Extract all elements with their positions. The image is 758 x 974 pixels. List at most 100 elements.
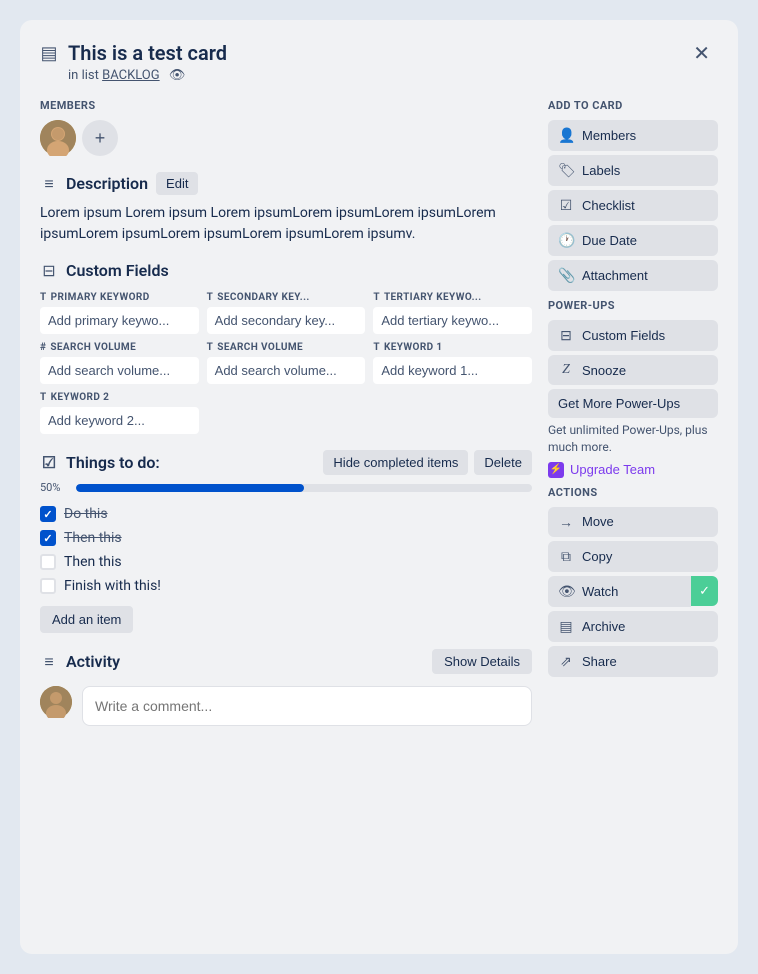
title-area: ▤ This is a test card in list BACKLOG 👁 <box>40 40 685 83</box>
field-label-2: T TERTIARY KEYWO... <box>373 292 532 303</box>
checklist-item-text-0: Do this <box>64 506 108 522</box>
avatar[interactable] <box>40 120 76 156</box>
delete-checklist-button[interactable]: Delete <box>474 450 532 475</box>
field-input-5[interactable]: Add keyword 1... <box>373 357 532 384</box>
activity-header: ≡ Activity Show Details <box>40 649 532 674</box>
labels-sidebar-icon: 🏷 <box>558 162 574 179</box>
watch-row: 👁 Watch ✓ <box>548 576 718 607</box>
field-label-1: T SECONDARY KEY... <box>207 292 366 303</box>
field-input-2[interactable]: Add tertiary keywo... <box>373 307 532 334</box>
list-name-link[interactable]: BACKLOG <box>102 68 160 83</box>
description-header: ≡ Description Edit <box>40 172 532 195</box>
checklist-checkbox-0[interactable] <box>40 506 56 522</box>
field-label-4: T SEARCH VOLUME <box>207 342 366 353</box>
progress-percent: 50% <box>40 481 68 494</box>
checklist-title: ☑ Things to do: <box>40 453 160 472</box>
share-action-button[interactable]: ⇗ Share <box>548 646 718 677</box>
main-layout: MEMBERS + ≡ Description Edit <box>40 99 718 934</box>
field-input-0[interactable]: Add primary keywo... <box>40 307 199 334</box>
checklist-item-text-3: Finish with this! <box>64 578 161 594</box>
custom-fields-row-1: T PRIMARY KEYWORD Add primary keywo... T… <box>40 292 532 334</box>
labels-sidebar-button[interactable]: 🏷 Labels <box>548 155 718 186</box>
custom-fields-header: ⊟ Custom Fields <box>40 261 532 280</box>
field-keyword-2: T KEYWORD 2 Add keyword 2... <box>40 392 199 434</box>
user-avatar <box>40 686 72 718</box>
attachment-sidebar-button[interactable]: 📎 Attachment <box>548 260 718 291</box>
checklist-checkbox-1[interactable] <box>40 530 56 546</box>
progress-bar-background <box>76 484 532 492</box>
checklist-actions: Hide completed items Delete <box>323 450 532 475</box>
move-action-icon: → <box>558 514 574 530</box>
description-icon: ≡ <box>40 175 58 193</box>
archive-action-button[interactable]: ▤ Archive <box>548 611 718 642</box>
snooze-power-up-button[interactable]: Z Snooze <box>548 355 718 385</box>
attachment-sidebar-icon: 📎 <box>558 267 574 284</box>
checklist-item-text-1: Then this <box>64 530 122 546</box>
watch-action-button[interactable]: 👁 Watch <box>548 576 691 607</box>
field-type-icon-2: T <box>373 292 380 303</box>
watch-icon[interactable]: 👁 <box>169 68 186 83</box>
field-input-6[interactable]: Add keyword 2... <box>40 407 199 434</box>
upgrade-icon: ⚡ <box>548 462 564 478</box>
field-type-icon-6: T <box>40 392 47 403</box>
show-details-button[interactable]: Show Details <box>432 649 532 674</box>
field-input-1[interactable]: Add secondary key... <box>207 307 366 334</box>
upgrade-team-button[interactable]: ⚡ Upgrade Team <box>548 462 655 478</box>
field-label-6: T KEYWORD 2 <box>40 392 199 403</box>
upgrade-text: Get unlimited Power-Ups, plus much more. <box>548 422 718 456</box>
field-tertiary-keyword: T TERTIARY KEYWO... Add tertiary keywo..… <box>373 292 532 334</box>
card-type-icon: ▤ <box>40 44 58 62</box>
custom-fields-power-up-icon: ⊟ <box>558 327 574 344</box>
members-sidebar-button[interactable]: 👤 Members <box>548 120 718 151</box>
activity-title: ≡ Activity <box>40 652 120 671</box>
members-sidebar-icon: 👤 <box>558 127 574 144</box>
field-type-icon-4: T <box>207 342 214 353</box>
checklist-header: ☑ Things to do: Hide completed items Del… <box>40 450 532 475</box>
actions-label: ACTIONS <box>548 486 718 499</box>
get-more-power-ups-button[interactable]: Get More Power-Ups <box>548 389 718 418</box>
field-type-icon-5: T <box>373 342 380 353</box>
checklist-item: Then this <box>40 550 532 574</box>
field-type-icon-3: # <box>40 342 46 353</box>
hide-completed-button[interactable]: Hide completed items <box>323 450 468 475</box>
power-ups-label: POWER-UPS <box>548 299 718 312</box>
card-modal: ▤ This is a test card in list BACKLOG 👁 … <box>20 20 738 954</box>
custom-fields-power-up-button[interactable]: ⊟ Custom Fields <box>548 320 718 351</box>
edit-description-button[interactable]: Edit <box>156 172 198 195</box>
field-search-volume-1: # SEARCH VOLUME Add search volume... <box>40 342 199 384</box>
checklist-checkbox-3[interactable] <box>40 578 56 594</box>
due-date-sidebar-icon: 🕐 <box>558 232 574 249</box>
field-input-4[interactable]: Add search volume... <box>207 357 366 384</box>
checklist-item: Do this <box>40 502 532 526</box>
add-member-button[interactable]: + <box>82 120 118 156</box>
field-label-5: T KEYWORD 1 <box>373 342 532 353</box>
activity-icon: ≡ <box>40 653 58 671</box>
checklist-item-text-2: Then this <box>64 554 122 570</box>
activity-section: ≡ Activity Show Details <box>40 649 532 726</box>
field-secondary-keyword: T SECONDARY KEY... Add secondary key... <box>207 292 366 334</box>
checklist-checkbox-2[interactable] <box>40 554 56 570</box>
watch-check-button[interactable]: ✓ <box>691 576 718 606</box>
progress-row: 50% <box>40 481 532 494</box>
copy-action-button[interactable]: ⧉ Copy <box>548 541 718 572</box>
snooze-power-up-icon: Z <box>558 362 574 378</box>
description-text: Lorem ipsum Lorem ipsum Lorem ipsumLorem… <box>40 203 532 245</box>
due-date-sidebar-button[interactable]: 🕐 Due Date <box>548 225 718 256</box>
checklist-item: Then this <box>40 526 532 550</box>
main-content: MEMBERS + ≡ Description Edit <box>40 99 532 934</box>
checklist-section: ☑ Things to do: Hide completed items Del… <box>40 450 532 633</box>
add-item-button[interactable]: Add an item <box>40 606 133 633</box>
share-action-icon: ⇗ <box>558 653 574 670</box>
custom-fields-row-2: # SEARCH VOLUME Add search volume... T S… <box>40 342 532 384</box>
description-title: Description <box>66 174 148 193</box>
comment-input[interactable] <box>82 686 532 726</box>
checklist-sidebar-button[interactable]: ☑ Checklist <box>548 190 718 221</box>
field-input-3[interactable]: Add search volume... <box>40 357 199 384</box>
move-action-button[interactable]: → Move <box>548 507 718 537</box>
comment-row <box>40 686 532 726</box>
close-button[interactable]: ✕ <box>685 40 718 68</box>
progress-bar-fill <box>76 484 304 492</box>
members-row: + <box>40 120 532 156</box>
members-label: MEMBERS <box>40 99 532 112</box>
field-search-volume-2: T SEARCH VOLUME Add search volume... <box>207 342 366 384</box>
